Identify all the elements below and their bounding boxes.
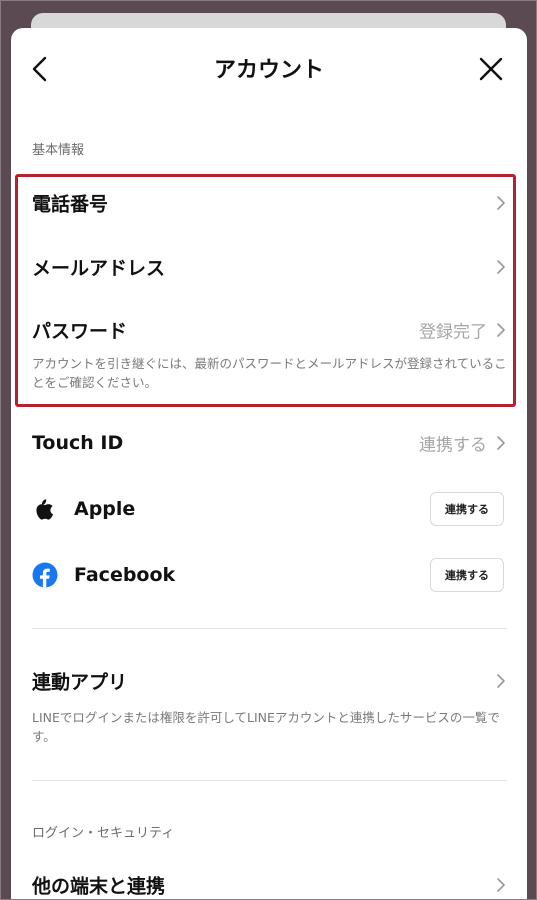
close-button[interactable] — [476, 54, 506, 84]
chevron-right-icon — [497, 436, 505, 450]
other-devices-label: 他の端末と連携 — [32, 875, 166, 898]
chevron-right-icon — [497, 878, 505, 892]
apple-connect-button[interactable]: 連携する — [430, 492, 504, 526]
touch-id-row[interactable]: Touch ID 連携する — [11, 418, 527, 468]
section-label-login-security: ログイン・セキュリティ — [32, 826, 175, 841]
linked-apps-label: 連動アプリ — [32, 671, 128, 694]
chevron-right-icon — [497, 674, 505, 688]
facebook-label: Facebook — [74, 564, 176, 586]
apple-logo-icon — [36, 499, 53, 520]
phone-frame: アカウント 基本情報 電話番号 メールアドレス パスワード 登録完了 アカウント… — [0, 0, 537, 900]
linked-apps-row[interactable]: 連動アプリ — [11, 656, 527, 706]
account-settings-sheet: アカウント 基本情報 電話番号 メールアドレス パスワード 登録完了 アカウント… — [11, 28, 527, 899]
page-title: アカウント — [213, 58, 324, 83]
touch-id-label: Touch ID — [32, 432, 124, 454]
divider — [32, 628, 507, 629]
apple-label: Apple — [74, 498, 136, 520]
divider — [32, 780, 507, 781]
facebook-connect-button[interactable]: 連携する — [430, 558, 504, 592]
section-label-basic-info: 基本情報 — [32, 143, 85, 158]
apple-row: Apple 連携する — [11, 484, 527, 534]
close-icon — [479, 57, 503, 81]
highlight-box — [15, 174, 516, 407]
linked-apps-note: LINEでログインまたは権限を許可してLINEアカウントと連携したサービスの一覧… — [32, 710, 500, 744]
facebook-row: Facebook 連携する — [11, 550, 527, 600]
facebook-logo-icon — [32, 562, 58, 588]
touch-id-status: 連携する — [419, 435, 487, 456]
other-devices-row[interactable]: 他の端末と連携 — [11, 860, 527, 899]
